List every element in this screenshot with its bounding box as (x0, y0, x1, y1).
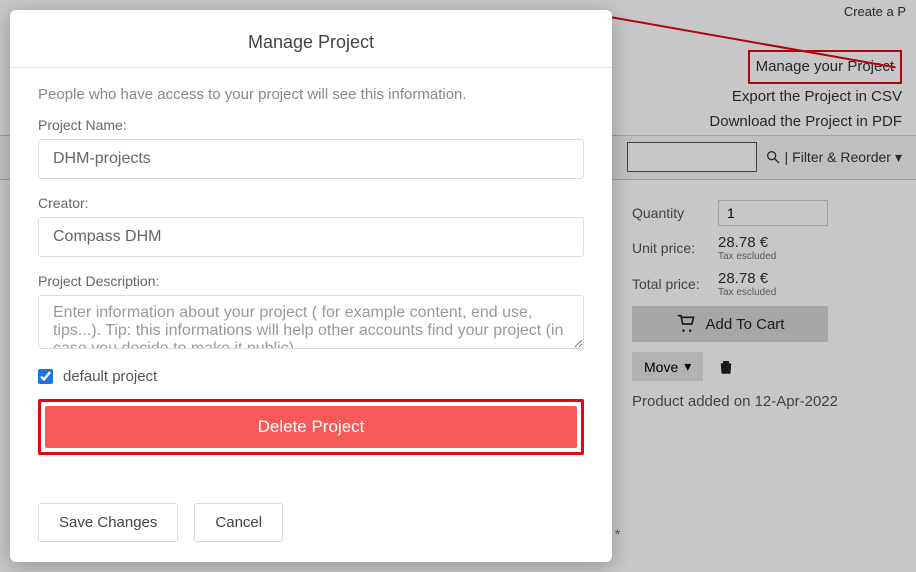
delete-project-button[interactable]: Delete Project (45, 406, 577, 448)
default-project-row[interactable]: default project (38, 368, 584, 385)
project-name-label: Project Name: (38, 117, 584, 133)
save-changes-button[interactable]: Save Changes (38, 503, 178, 542)
default-project-checkbox[interactable] (38, 369, 53, 384)
description-label: Project Description: (38, 273, 584, 289)
divider (10, 67, 612, 68)
creator-label: Creator: (38, 195, 584, 211)
default-project-label: default project (63, 368, 157, 385)
project-name-input[interactable] (38, 139, 584, 179)
creator-input[interactable] (38, 217, 584, 257)
modal-title: Manage Project (38, 32, 584, 53)
delete-highlight: Delete Project (38, 399, 584, 455)
cancel-button[interactable]: Cancel (194, 503, 283, 542)
modal-intro: People who have access to your project w… (38, 86, 584, 103)
manage-project-modal: Manage Project People who have access to… (10, 10, 612, 562)
description-textarea[interactable] (38, 295, 584, 349)
